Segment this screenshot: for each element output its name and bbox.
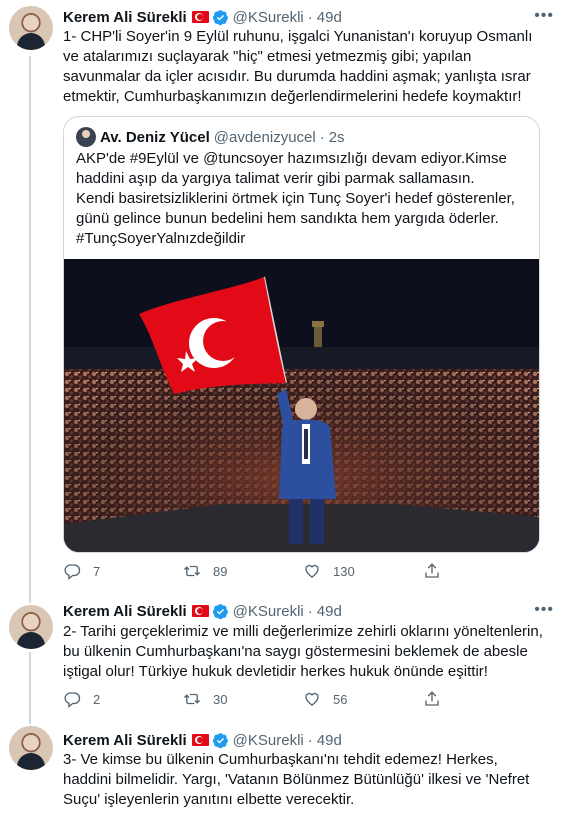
heart-icon (305, 564, 319, 578)
quoted-avatar (76, 127, 96, 147)
thread-line (29, 716, 31, 724)
verified-badge-icon (212, 9, 228, 25)
reply-button[interactable]: 7 (63, 562, 183, 580)
quoted-text-line-1: AKP'de #9Eylül ve @tuncsoyer hazımsızlığ… (76, 150, 507, 187)
author-handle[interactable]: @KSurekli (233, 9, 304, 26)
reply-button[interactable]: 2 (63, 690, 183, 708)
share-icon (425, 563, 439, 578)
quoted-text-line-2: Kendi basiretsizliklerini örtmek için Tu… (76, 190, 515, 227)
tweet-actions: 7 89 130 (63, 561, 486, 581)
tweet-text: 1- CHP'li Soyer'in 9 Eylül ruhunu, işgal… (63, 28, 533, 105)
retweet-icon (184, 565, 200, 577)
thread-line (29, 598, 31, 603)
quoted-timestamp: 2s (328, 128, 345, 146)
timestamp[interactable]: 49d (317, 9, 342, 26)
retweet-button[interactable]: 89 (183, 562, 303, 580)
heart-icon (305, 692, 319, 706)
tweet-header: Kerem Ali Sürekli @KSurekli · 49d ••• (63, 7, 554, 27)
tweet-header: Kerem Ali Sürekli @KSurekli · 49d ••• (63, 601, 554, 621)
retweet-count: 89 (213, 563, 228, 579)
avatar[interactable] (9, 726, 53, 770)
quoted-tweet-header: Av. Deniz Yücel @avdenizyucel · 2s (76, 127, 345, 147)
separator-dot: · (307, 8, 313, 26)
tweet-header: Kerem Ali Sürekli @KSurekli · 49d (63, 730, 554, 750)
timestamp[interactable]: 49d (317, 732, 342, 749)
reply-icon (64, 564, 81, 580)
tweet-2[interactable]: Kerem Ali Sürekli @KSurekli · 49d ••• 2-… (0, 598, 566, 716)
more-options-icon[interactable]: ••• (534, 7, 554, 25)
turkish-flag-icon (191, 605, 209, 617)
tweet-text: 2- Tarihi gerçeklerimiz ve milli değerle… (63, 623, 543, 680)
reply-count: 2 (93, 691, 101, 707)
timestamp[interactable]: 49d (317, 603, 342, 620)
separator-dot: · (307, 731, 313, 749)
retweet-icon (184, 693, 200, 705)
reply-icon (64, 692, 81, 708)
quoted-author-handle: @avdenizyucel (213, 128, 316, 146)
retweet-button[interactable]: 30 (183, 690, 303, 708)
separator-dot: · (307, 602, 313, 620)
tweet-text: 3- Ve kimse bu ülkenin Cumhurbaşkanı'nı … (63, 751, 530, 808)
thread-line (29, 56, 31, 598)
verified-badge-icon (212, 603, 228, 619)
more-options-icon[interactable]: ••• (534, 601, 554, 619)
avatar[interactable] (9, 605, 53, 649)
thread-line (29, 652, 31, 716)
retweet-count: 30 (213, 691, 228, 707)
quoted-author-name: Av. Deniz Yücel (100, 128, 210, 146)
turkish-flag-icon (191, 734, 209, 746)
avatar[interactable] (9, 6, 53, 50)
turkish-flag-icon (191, 11, 209, 23)
author-handle[interactable]: @KSurekli (233, 732, 304, 749)
quoted-text-hashtag: #TunçSoyerYalnızdeğildir (76, 230, 246, 247)
verified-badge-icon (212, 732, 228, 748)
separator-dot: · (319, 128, 325, 146)
quoted-tweet[interactable]: Av. Deniz Yücel @avdenizyucel · 2s AKP'd… (63, 116, 540, 553)
reply-count: 7 (93, 563, 101, 579)
crowd-flag-photo (64, 259, 539, 552)
author-name[interactable]: Kerem Ali Sürekli (63, 9, 187, 26)
author-name[interactable]: Kerem Ali Sürekli (63, 732, 187, 749)
quoted-tweet-text: AKP'de #9Eylül ve @tuncsoyer hazımsızlığ… (76, 149, 527, 249)
like-button[interactable]: 130 (303, 562, 423, 580)
share-button[interactable] (423, 562, 443, 580)
tweet-1[interactable]: Kerem Ali Sürekli @KSurekli · 49d ••• 1-… (0, 0, 566, 598)
author-handle[interactable]: @KSurekli (233, 603, 304, 620)
share-button[interactable] (423, 690, 443, 708)
author-name[interactable]: Kerem Ali Sürekli (63, 603, 187, 620)
like-button[interactable]: 56 (303, 690, 423, 708)
quoted-tweet-photo[interactable] (64, 259, 539, 552)
share-icon (425, 691, 439, 706)
tweet-actions: 2 30 56 (63, 689, 486, 709)
like-count: 56 (333, 691, 348, 707)
like-count: 130 (333, 563, 355, 579)
tweet-3[interactable]: Kerem Ali Sürekli @KSurekli · 49d 3- Ve … (0, 716, 566, 817)
